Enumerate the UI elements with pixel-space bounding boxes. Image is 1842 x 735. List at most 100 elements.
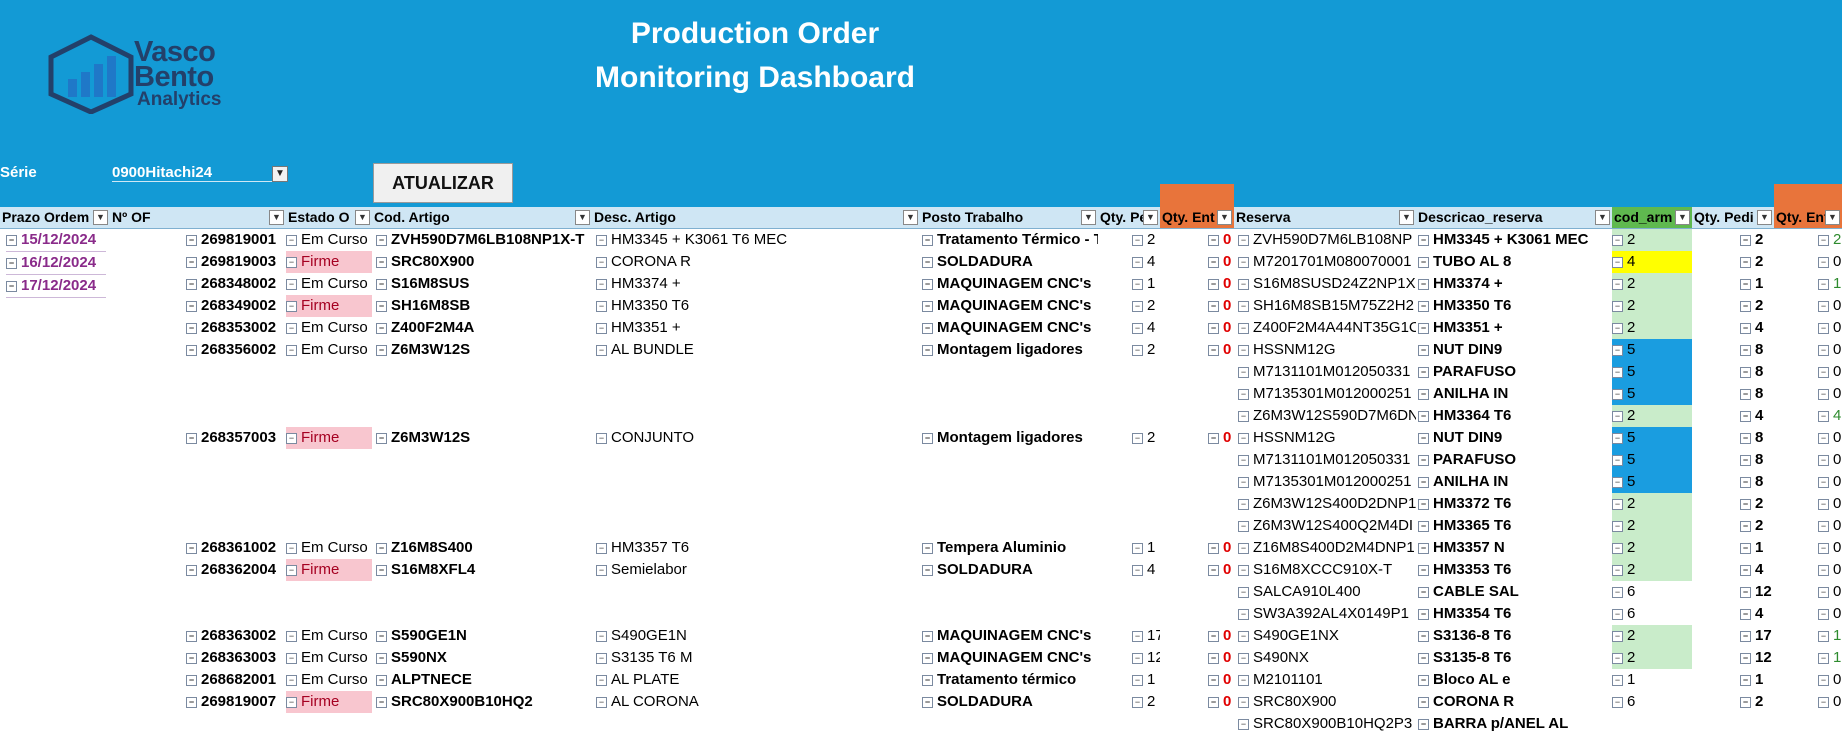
item-code[interactable]: − Z6M3W12S bbox=[376, 339, 592, 361]
collapse-icon[interactable]: − bbox=[376, 675, 387, 686]
reservation-code[interactable]: − M7201701M080070001 bbox=[1238, 251, 1416, 273]
reservation-description[interactable]: − PARAFUSO bbox=[1418, 361, 1612, 383]
reservation-description[interactable]: − PARAFUSO bbox=[1418, 449, 1612, 471]
collapse-icon[interactable]: − bbox=[1418, 675, 1429, 686]
refresh-button[interactable]: ATUALIZAR bbox=[373, 163, 513, 203]
collapse-icon[interactable]: − bbox=[1612, 235, 1623, 246]
order-number[interactable]: −268348002 bbox=[186, 273, 286, 295]
collapse-icon[interactable]: − bbox=[1612, 587, 1623, 598]
collapse-icon[interactable]: − bbox=[1238, 433, 1249, 444]
item-description[interactable]: − HM3345 + K3061 T6 MEC bbox=[596, 229, 920, 251]
collapse-icon[interactable]: − bbox=[186, 565, 197, 576]
collapse-icon[interactable]: − bbox=[1612, 565, 1623, 576]
work-center[interactable]: − SOLDADURA bbox=[922, 251, 1098, 273]
collapse-icon[interactable]: − bbox=[1132, 323, 1143, 334]
collapse-icon[interactable]: − bbox=[1418, 499, 1429, 510]
collapse-icon[interactable]: − bbox=[1132, 345, 1143, 356]
collapse-icon[interactable]: − bbox=[1612, 389, 1623, 400]
collapse-icon[interactable]: − bbox=[1132, 257, 1143, 268]
column-header[interactable]: Nº OF ▼ bbox=[110, 207, 286, 228]
reservation-code[interactable]: − Z6M3W12S400D2DNP1 bbox=[1238, 493, 1416, 515]
order-number[interactable]: −268353002 bbox=[186, 317, 286, 339]
collapse-icon[interactable]: − bbox=[1818, 565, 1829, 576]
reservation-description[interactable]: − NUT DIN9 bbox=[1418, 427, 1612, 449]
work-center[interactable]: − MAQUINAGEM CNC's bbox=[922, 647, 1098, 669]
reservation-description[interactable]: − ANILHA IN bbox=[1418, 471, 1612, 493]
column-header[interactable]: Qty. Pedi ▼ bbox=[1692, 207, 1774, 228]
order-status[interactable]: − Em Curso bbox=[286, 669, 372, 691]
collapse-icon[interactable]: − bbox=[1612, 675, 1623, 686]
collapse-icon[interactable]: − bbox=[1818, 609, 1829, 620]
reservation-code[interactable]: − S16M8SUSD24Z2NP1X bbox=[1238, 273, 1416, 295]
item-description[interactable]: − HM3374 + bbox=[596, 273, 920, 295]
collapse-icon[interactable]: − bbox=[376, 543, 387, 554]
reservation-code[interactable]: − HSSNM12G bbox=[1238, 427, 1416, 449]
collapse-icon[interactable]: − bbox=[1740, 565, 1751, 576]
collapse-icon[interactable]: − bbox=[1740, 587, 1751, 598]
filter-dropdown-icon[interactable]: ▼ bbox=[1675, 210, 1690, 225]
filter-dropdown-icon[interactable]: ▼ bbox=[1143, 210, 1158, 225]
reservation-description[interactable]: − HM3345 + K3061 MEC bbox=[1418, 229, 1612, 251]
column-header[interactable]: Descricao_reserva ▼ bbox=[1416, 207, 1612, 228]
collapse-icon[interactable]: − bbox=[186, 257, 197, 268]
collapse-icon[interactable]: − bbox=[922, 675, 933, 686]
collapse-icon[interactable]: − bbox=[1238, 411, 1249, 422]
collapse-icon[interactable]: − bbox=[1418, 433, 1429, 444]
reservation-code[interactable]: − Z16M8S400D2M4DNP1 bbox=[1238, 537, 1416, 559]
reservation-description[interactable]: − CORONA R bbox=[1418, 691, 1612, 713]
collapse-icon[interactable]: − bbox=[1238, 587, 1249, 598]
item-description[interactable]: − Semielabor bbox=[596, 559, 920, 581]
order-number[interactable]: −269819001 bbox=[186, 229, 286, 251]
collapse-icon[interactable]: − bbox=[1208, 543, 1219, 554]
collapse-icon[interactable]: − bbox=[376, 653, 387, 664]
collapse-icon[interactable]: − bbox=[1418, 587, 1429, 598]
reservation-code[interactable]: − S16M8XCCC910X-T bbox=[1238, 559, 1416, 581]
work-center[interactable]: − SOLDADURA bbox=[922, 559, 1098, 581]
collapse-icon[interactable]: − bbox=[1818, 455, 1829, 466]
collapse-icon[interactable]: − bbox=[596, 257, 607, 268]
collapse-icon[interactable]: − bbox=[1238, 697, 1249, 708]
order-status[interactable]: − Em Curso bbox=[286, 229, 372, 251]
collapse-icon[interactable]: − bbox=[1132, 543, 1143, 554]
item-description[interactable]: − HM3350 T6 bbox=[596, 295, 920, 317]
work-center[interactable]: − Tratamento Térmico - T bbox=[922, 229, 1098, 251]
order-number[interactable]: −268356002 bbox=[186, 339, 286, 361]
collapse-icon[interactable]: − bbox=[1740, 367, 1751, 378]
collapse-icon[interactable]: − bbox=[596, 543, 607, 554]
collapse-icon[interactable]: − bbox=[1740, 323, 1751, 334]
collapse-icon[interactable]: − bbox=[1208, 235, 1219, 246]
collapse-icon[interactable]: − bbox=[1238, 565, 1249, 576]
collapse-icon[interactable]: − bbox=[286, 653, 297, 664]
collapse-icon[interactable]: − bbox=[1818, 675, 1829, 686]
reservation-description[interactable]: − HM3365 T6 bbox=[1418, 515, 1612, 537]
work-center[interactable]: − SOLDADURA bbox=[922, 691, 1098, 713]
order-number[interactable]: −268363003 bbox=[186, 647, 286, 669]
collapse-icon[interactable]: − bbox=[186, 433, 197, 444]
reservation-description[interactable]: − HM3357 N bbox=[1418, 537, 1612, 559]
reservation-code[interactable]: − S490NX bbox=[1238, 647, 1416, 669]
collapse-icon[interactable]: − bbox=[922, 631, 933, 642]
collapse-icon[interactable]: − bbox=[1418, 631, 1429, 642]
order-status[interactable]: − Em Curso bbox=[286, 339, 372, 361]
collapse-icon[interactable]: − bbox=[1132, 675, 1143, 686]
collapse-icon[interactable]: − bbox=[1740, 301, 1751, 312]
reservation-code[interactable]: − ZVH590D7M6LB108NP bbox=[1238, 229, 1416, 251]
work-center[interactable]: − Montagem ligadores bbox=[922, 339, 1098, 361]
collapse-icon[interactable]: − bbox=[286, 257, 297, 268]
collapse-icon[interactable]: − bbox=[1418, 411, 1429, 422]
collapse-icon[interactable]: − bbox=[1238, 653, 1249, 664]
collapse-icon[interactable]: − bbox=[376, 433, 387, 444]
filter-dropdown-icon[interactable]: ▼ bbox=[1081, 210, 1096, 225]
item-description[interactable]: − AL PLATE bbox=[596, 669, 920, 691]
item-code[interactable]: − S16M8XFL4 bbox=[376, 559, 592, 581]
order-number[interactable]: −269819003 bbox=[186, 251, 286, 273]
collapse-icon[interactable]: − bbox=[286, 433, 297, 444]
reservation-code[interactable]: − SH16M8SB15M75Z2H2 bbox=[1238, 295, 1416, 317]
collapse-icon[interactable]: − bbox=[1612, 521, 1623, 532]
collapse-icon[interactable]: − bbox=[186, 301, 197, 312]
collapse-icon[interactable]: − bbox=[1818, 301, 1829, 312]
collapse-icon[interactable]: − bbox=[1612, 653, 1623, 664]
collapse-icon[interactable]: − bbox=[1818, 323, 1829, 334]
collapse-icon[interactable]: − bbox=[1740, 631, 1751, 642]
collapse-icon[interactable]: − bbox=[1612, 411, 1623, 422]
